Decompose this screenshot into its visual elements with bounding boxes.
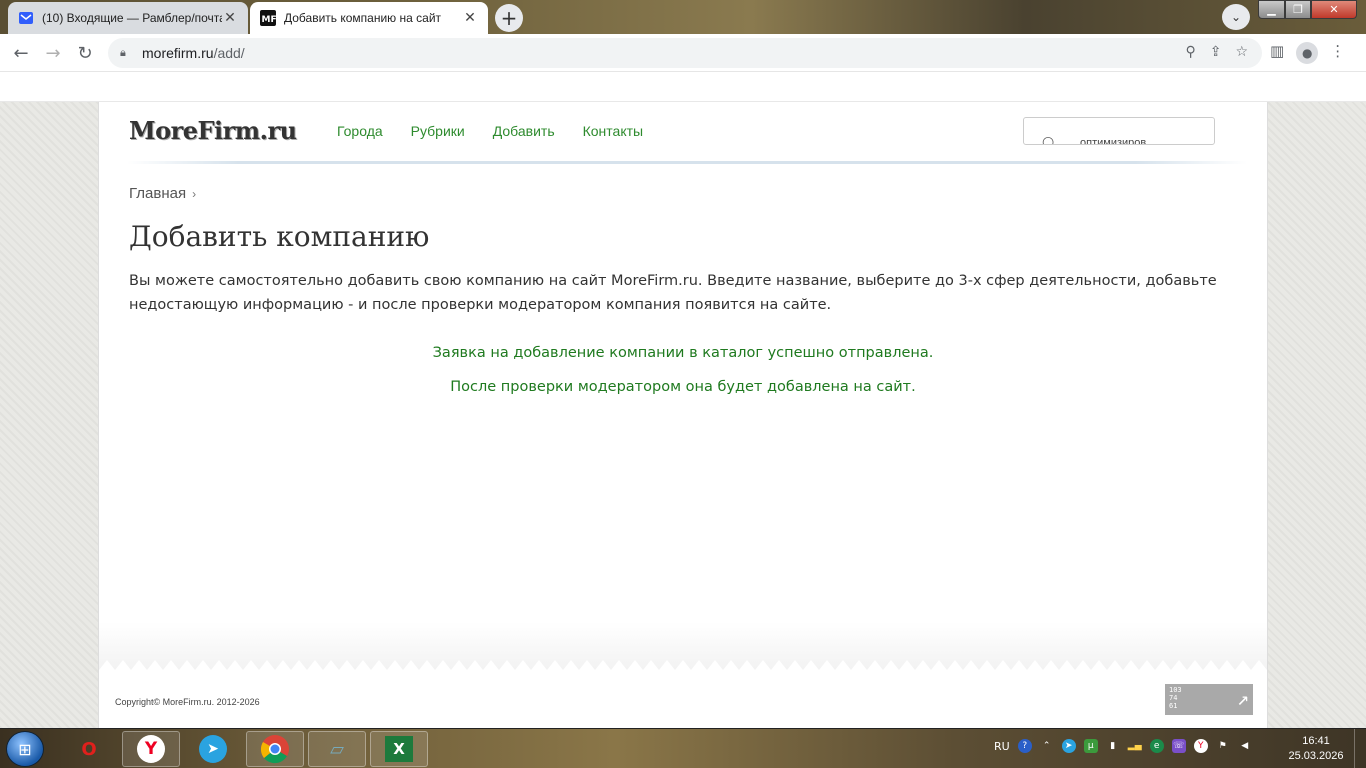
page-title: Добавить компанию (129, 220, 430, 253)
clock-date: 25.03.2026 (1288, 750, 1344, 762)
nav-link-categories[interactable]: Рубрики (411, 123, 465, 139)
tray-expand-icon[interactable]: ⌃ (1040, 739, 1054, 753)
volume-icon[interactable]: ◀ (1238, 739, 1252, 753)
maximize-button[interactable]: ❐ (1285, 0, 1311, 19)
network-tray-icon[interactable]: ▮ (1106, 739, 1120, 753)
yandex-tray-icon[interactable]: Y (1193, 739, 1208, 753)
side-panel-icon[interactable]: ▥ (1270, 42, 1284, 64)
back-arrow-icon[interactable]: ← (8, 40, 34, 66)
tab-rambler-mail[interactable]: (10) Входящие — Рамблер/почта ✕ (8, 2, 248, 34)
browser-tray-icon[interactable]: e (1149, 739, 1164, 753)
site-footer: Copyright© MoreFirm.ru. 2012-2026 103 74… (99, 670, 1267, 728)
browser-toolbar: ← → ↻ 🔒︎ morefirm.ru/add/ ⚲ ⇪ ☆ ▥ ● ⋮ (0, 34, 1366, 72)
yandex-browser-icon[interactable]: Y (122, 731, 180, 767)
nav-link-add[interactable]: Добавить (493, 123, 555, 139)
site-search-input[interactable]: ○ оптимизиров (1023, 117, 1215, 145)
system-clock[interactable]: 16:41 25.03.2026 (1288, 734, 1344, 764)
site-header: MoreFirm.ru Города Рубрики Добавить Конт… (99, 102, 1267, 164)
search-icon: ○ (1042, 134, 1055, 145)
breadcrumb: Главная › (129, 185, 196, 202)
new-tab-button[interactable]: + (495, 4, 523, 32)
tab-title: (10) Входящие — Рамблер/почта (42, 11, 222, 25)
tab-add-company[interactable]: MF Добавить компанию на сайт ✕ (250, 2, 488, 34)
profile-avatar-icon[interactable]: ● (1296, 42, 1319, 64)
viber-tray-icon[interactable]: ☏ (1171, 739, 1186, 753)
help-icon[interactable]: ? (1017, 739, 1032, 753)
signal-bars-icon[interactable]: ▂▄ (1128, 739, 1142, 753)
utorrent-tray-icon[interactable]: µ (1083, 739, 1098, 753)
success-message-line-1: Заявка на добавление компании в каталог … (432, 345, 934, 361)
windows-taskbar: ⊞ O Y ➤ ▱ X RU ? ⌃ ➤ µ ▮ ▂▄ e ☏ Y ⚑ ◀ 16… (0, 728, 1366, 768)
site-logo[interactable]: MoreFirm.ru (129, 116, 297, 145)
search-value: оптимизиров (1080, 137, 1147, 145)
minimize-button[interactable]: ▁ (1258, 0, 1285, 19)
breadcrumb-home-link[interactable]: Главная (129, 185, 186, 202)
menu-kebab-icon[interactable]: ⋮ (1330, 42, 1345, 64)
tab-title: Добавить компанию на сайт (284, 11, 442, 25)
share-icon[interactable]: ⇪ (1210, 44, 1222, 60)
address-bar-icons: ⚲ ⇪ ☆ (1185, 44, 1248, 60)
copyright-text: Copyright© MoreFirm.ru. 2012-2026 (115, 697, 260, 707)
show-desktop-button[interactable] (1354, 729, 1366, 768)
notepad-app-icon[interactable]: ▱ (308, 731, 366, 767)
mf-favicon-icon: MF (260, 10, 276, 26)
nav-link-contacts[interactable]: Контакты (583, 123, 643, 139)
chrome-icon[interactable] (246, 731, 304, 767)
url-text: morefirm.ru/add/ (142, 45, 245, 61)
telegram-tray-icon[interactable]: ➤ (1061, 739, 1076, 753)
footer-zigzag-edge (99, 658, 1267, 670)
bookmark-bar (0, 72, 1366, 102)
visit-counter-badge[interactable]: 103 74 61 ↗ (1165, 684, 1253, 715)
language-indicator[interactable]: RU (994, 740, 1010, 753)
tab-search-chevron-icon[interactable]: ⌄ (1222, 4, 1250, 30)
flag-tray-icon[interactable]: ⚑ (1216, 739, 1230, 753)
excel-icon[interactable]: X (370, 731, 428, 767)
page-viewport: MoreFirm.ru Города Рубрики Добавить Конт… (0, 102, 1366, 728)
success-message-line-2: После проверки модератором она будет доб… (450, 379, 916, 395)
reload-icon[interactable]: ↻ (72, 40, 98, 66)
lock-icon: 🔒︎ (120, 46, 126, 59)
intro-text: Вы можете самостоятельно добавить свою к… (129, 273, 1217, 313)
browser-tab-strip: (10) Входящие — Рамблер/почта ✕ MF Добав… (0, 0, 1366, 34)
close-tab-icon[interactable]: ✕ (222, 10, 238, 26)
page-container: MoreFirm.ru Города Рубрики Добавить Конт… (98, 102, 1268, 728)
url-host: morefirm.ru (142, 45, 214, 61)
bookmark-star-icon[interactable]: ☆ (1235, 44, 1248, 60)
header-divider (127, 161, 1247, 164)
url-path: /add/ (213, 45, 245, 61)
close-tab-icon[interactable]: ✕ (462, 10, 478, 26)
window-controls: ▁ ❐ ✕ (1258, 0, 1357, 20)
opera-icon[interactable]: O (60, 731, 118, 767)
mail-icon (18, 10, 34, 26)
start-button[interactable]: ⊞ (6, 731, 44, 767)
location-pin-icon[interactable]: ⚲ (1185, 44, 1195, 60)
nav-link-cities[interactable]: Города (337, 123, 383, 139)
svg-text:MF: MF (262, 15, 277, 25)
arrow-up-right-icon: ↗ (1236, 686, 1249, 710)
main-nav: Города Рубрики Добавить Контакты (337, 123, 643, 139)
forward-arrow-icon[interactable]: → (40, 40, 66, 66)
system-tray: RU ? ⌃ ➤ µ ▮ ▂▄ e ☏ Y ⚑ ◀ (994, 739, 1252, 753)
clock-time: 16:41 (1302, 735, 1330, 747)
breadcrumb-separator: › (192, 187, 197, 201)
telegram-icon[interactable]: ➤ (184, 731, 242, 767)
address-bar[interactable]: 🔒︎ morefirm.ru/add/ ⚲ ⇪ ☆ (108, 38, 1262, 68)
close-window-button[interactable]: ✕ (1311, 0, 1357, 19)
toolbar-right-icons: ▥ ● ⋮ (1270, 42, 1345, 64)
